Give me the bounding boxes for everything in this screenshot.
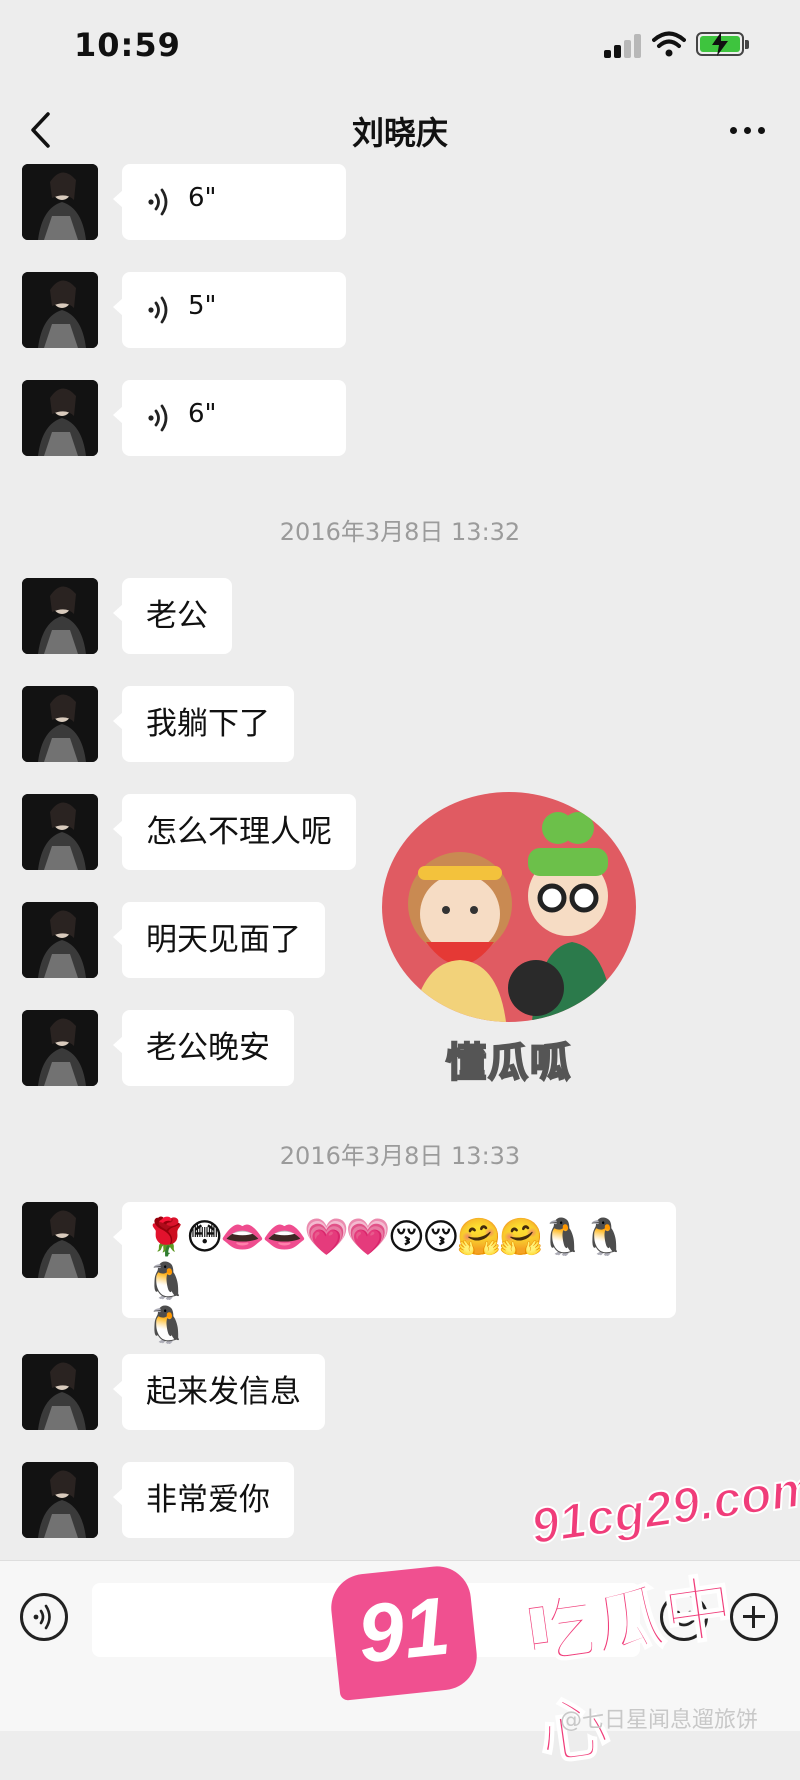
- text-message[interactable]: 怎么不理人呢: [113, 794, 356, 870]
- more-icon[interactable]: [726, 112, 770, 148]
- contact-avatar[interactable]: [22, 686, 98, 762]
- text-message[interactable]: 我躺下了: [113, 686, 294, 762]
- plus-button[interactable]: [730, 1593, 778, 1641]
- contact-avatar[interactable]: [22, 380, 98, 456]
- voice-wave-icon: [33, 1604, 51, 1630]
- voice-wave-icon: [148, 296, 168, 324]
- text-message[interactable]: 非常爱你: [113, 1462, 294, 1538]
- contact-avatar[interactable]: [22, 1010, 98, 1086]
- contact-avatar[interactable]: [22, 1462, 98, 1538]
- text-message[interactable]: 老公: [113, 578, 232, 654]
- voice-duration: 6": [188, 399, 217, 429]
- emoji-row: 🌹😳👄👄💗💗😚😚🤗🤗🐧🐧🐧: [144, 1217, 627, 1302]
- nav-bar: 刘晓庆: [0, 90, 800, 170]
- contact-avatar[interactable]: [22, 1354, 98, 1430]
- chat-title: 刘晓庆: [351, 114, 448, 152]
- contact-avatar[interactable]: [22, 1202, 98, 1278]
- battery-icon: [696, 32, 749, 56]
- weibo-credit: @七日星闻息遛旅饼: [560, 1708, 759, 1733]
- text-message[interactable]: 老公晚安: [113, 1010, 294, 1086]
- wifi-icon: [652, 31, 686, 57]
- voice-wave-icon: [148, 404, 168, 432]
- contact-avatar[interactable]: [22, 578, 98, 654]
- voice-message[interactable]: 5": [113, 272, 346, 348]
- voice-input-button[interactable]: [20, 1593, 68, 1641]
- contact-avatar[interactable]: [22, 902, 98, 978]
- emoji-message[interactable]: 🌹😳👄👄💗💗😚😚🤗🤗🐧🐧🐧 🐧: [113, 1202, 676, 1346]
- contact-avatar[interactable]: [22, 164, 98, 240]
- message-timestamp: 2016年3月8日 13:32: [279, 518, 521, 546]
- text-message[interactable]: 明天见面了: [113, 902, 325, 978]
- voice-wave-icon: [148, 188, 168, 216]
- text-message[interactable]: 起来发信息: [113, 1354, 325, 1430]
- voice-message[interactable]: 6": [113, 380, 346, 456]
- message-timestamp: 2016年3月8日 13:33: [279, 1142, 521, 1170]
- contact-avatar[interactable]: [22, 272, 98, 348]
- voice-duration: 5": [188, 291, 217, 321]
- smiley-icon: [673, 1610, 695, 1627]
- voice-duration: 6": [188, 183, 217, 213]
- signal-icon: [604, 32, 644, 58]
- emoji-row: 🐧: [144, 1305, 189, 1346]
- contact-avatar[interactable]: [22, 794, 98, 870]
- status-time: 10:59: [74, 26, 181, 64]
- message-input[interactable]: [92, 1583, 640, 1657]
- emoji-button[interactable]: [660, 1593, 708, 1641]
- chat-message-list[interactable]: 6" 5" 6" 2016年3月8日 13:32 老公 我躺下了 怎么不理人呢 …: [0, 164, 800, 1560]
- voice-message[interactable]: 6": [113, 164, 346, 240]
- status-bar: 10:59: [0, 0, 800, 90]
